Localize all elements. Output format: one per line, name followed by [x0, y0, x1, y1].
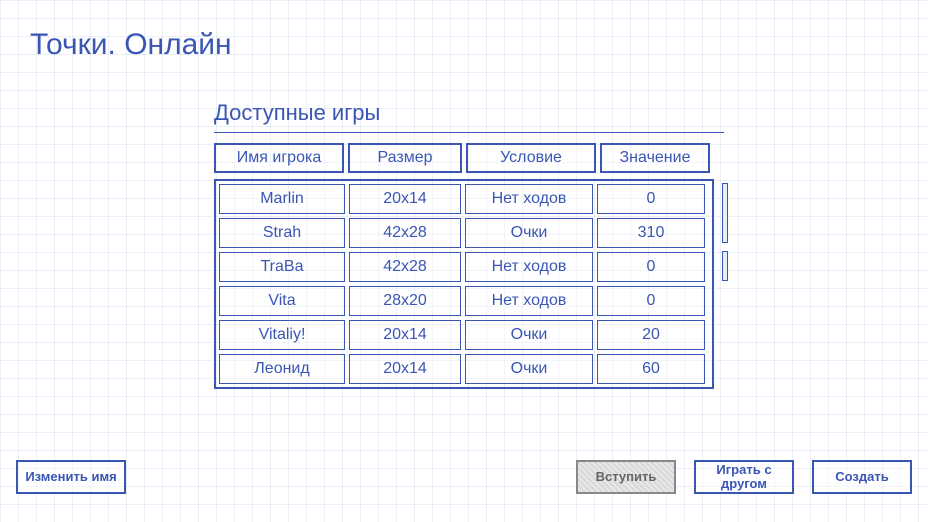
create-button[interactable]: Создать	[812, 460, 912, 494]
section-title: Доступные игры	[214, 100, 724, 133]
cell-value: 0	[597, 252, 705, 282]
cell-condition: Очки	[465, 218, 593, 248]
cell-value: 60	[597, 354, 705, 384]
table-row[interactable]: Vitaliy!20x14Очки20	[219, 320, 709, 350]
cell-player-name: Vita	[219, 286, 345, 316]
cell-condition: Нет ходов	[465, 184, 593, 214]
scrollbar[interactable]	[722, 183, 728, 393]
cell-size: 20x14	[349, 320, 461, 350]
cell-condition: Очки	[465, 320, 593, 350]
cell-value: 310	[597, 218, 705, 248]
cell-condition: Нет ходов	[465, 286, 593, 316]
cell-player-name: Леонид	[219, 354, 345, 384]
table-row[interactable]: Леонид20x14Очки60	[219, 354, 709, 384]
cell-value: 0	[597, 184, 705, 214]
table-body: Marlin20x14Нет ходов0Strah42x28Очки310Tr…	[214, 179, 714, 389]
cell-size: 20x14	[349, 184, 461, 214]
cell-player-name: TraBa	[219, 252, 345, 282]
cell-condition: Очки	[465, 354, 593, 384]
games-table: Имя игрока Размер Условие Значение Marli…	[214, 143, 714, 389]
app-title: Точки. Онлайн	[30, 28, 232, 62]
available-games-section: Доступные игры Имя игрока Размер Условие…	[214, 100, 724, 389]
cell-player-name: Strah	[219, 218, 345, 248]
cell-value: 0	[597, 286, 705, 316]
cell-condition: Нет ходов	[465, 252, 593, 282]
cell-size: 20x14	[349, 354, 461, 384]
table-row[interactable]: Strah42x28Очки310	[219, 218, 709, 248]
header-value: Значение	[600, 143, 710, 173]
table-row[interactable]: Marlin20x14Нет ходов0	[219, 184, 709, 214]
scroll-segment	[722, 251, 728, 281]
table-row[interactable]: Vita28x20Нет ходов0	[219, 286, 709, 316]
scroll-segment	[722, 183, 728, 243]
bottom-bar: Изменить имя Вступить Играть с другом Со…	[0, 460, 928, 500]
cell-value: 20	[597, 320, 705, 350]
table-row[interactable]: TraBa42x28Нет ходов0	[219, 252, 709, 282]
cell-size: 42x28	[349, 218, 461, 248]
header-condition: Условие	[466, 143, 596, 173]
header-player-name: Имя игрока	[214, 143, 344, 173]
cell-size: 28x20	[349, 286, 461, 316]
header-size: Размер	[348, 143, 462, 173]
table-header-row: Имя игрока Размер Условие Значение	[214, 143, 714, 173]
cell-player-name: Vitaliy!	[219, 320, 345, 350]
play-with-friend-button[interactable]: Играть с другом	[694, 460, 794, 494]
cell-size: 42x28	[349, 252, 461, 282]
rename-button[interactable]: Изменить имя	[16, 460, 126, 494]
cell-player-name: Marlin	[219, 184, 345, 214]
join-button[interactable]: Вступить	[576, 460, 676, 494]
